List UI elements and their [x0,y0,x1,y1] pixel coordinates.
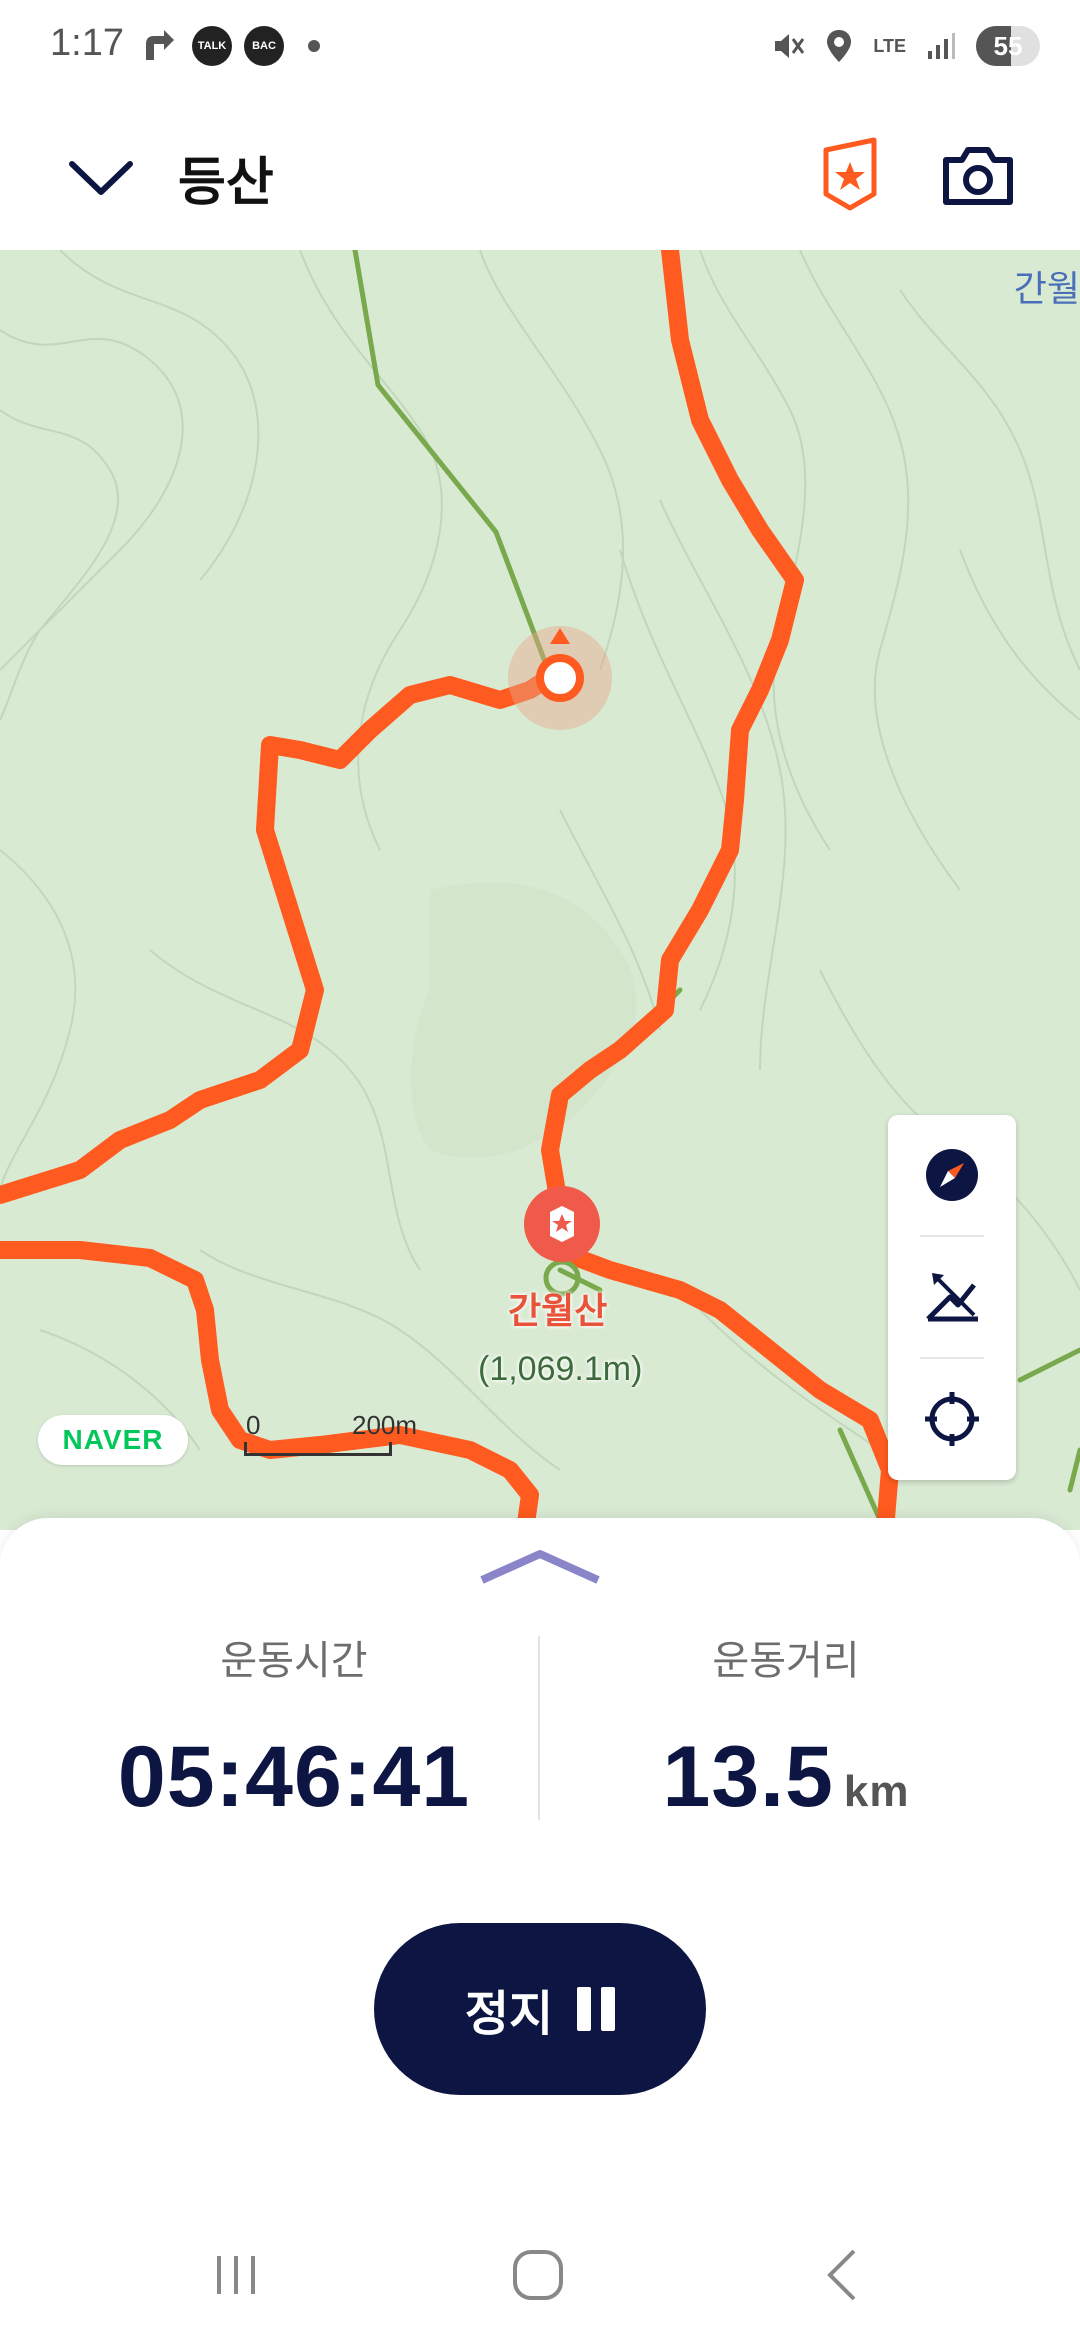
navigation-icon [146,30,174,60]
stop-label: 정지 [464,1988,554,2041]
map-place-label: 간월 [1013,269,1080,310]
signal-icon [928,33,955,59]
distance-label: 운동거리 [712,1638,860,1684]
notification-icons: TALK BAC [140,26,320,66]
clock: 1:17 [50,22,124,64]
pause-icon [577,1987,616,2031]
distance-stat: 운동거리 13.5 km [516,1628,1056,1827]
more-notifications-dot [308,40,320,52]
distance-value: 13.5 [662,1729,834,1825]
network-type: LTE [873,36,906,56]
time-value: 05:46:41 [117,1729,471,1825]
locate-button[interactable] [888,1359,1016,1479]
mute-vibrate-icon [775,34,805,58]
peak-elevation: (1,069.1m) [478,1350,643,1388]
page-title: 등산 [178,153,274,213]
expand-handle-icon[interactable] [478,1546,602,1586]
location-icon [827,30,852,62]
app-header: 등산 [0,100,1080,250]
battery-level: 55 [993,30,1023,61]
time-label: 운동시간 [220,1638,368,1684]
back-button[interactable] [792,2240,892,2310]
bac-icon: BAC [244,26,284,66]
map-scale: 0 200m [244,1410,417,1462]
recent-apps-button[interactable] [186,2240,286,2310]
scale-bar [244,1442,392,1456]
recent-apps-icon [217,2256,255,2294]
time-stat: 운동시간 05:46:41 [24,1628,564,1827]
camera-icon[interactable] [942,144,1014,206]
system-icons: LTE 55 [771,26,1040,66]
scale-end-label: 200m [352,1410,418,1440]
status-bar: 1:17 TALK BAC LTE 55 [0,0,1080,100]
battery-icon: 55 [976,26,1040,66]
elevation-toggle-icon [926,1273,978,1322]
system-nav-bar [0,2200,1080,2340]
map-view[interactable]: 간월 간월산 (1,069.1m) NAVER 0 200m [0,250,1080,1530]
home-button[interactable] [488,2240,588,2310]
compass-button[interactable] [888,1115,1016,1235]
compass-icon [926,1149,978,1201]
talk-icon: TALK [192,26,232,66]
home-icon [513,2250,563,2300]
locate-icon [925,1392,979,1446]
peak-name: 간월산 [508,1291,608,1332]
elevation-toggle-button[interactable] [888,1237,1016,1357]
naver-logo: NAVER [38,1415,188,1465]
scale-start-label: 0 [246,1410,261,1440]
stop-button[interactable]: 정지 [374,1923,706,2095]
badge-star-icon[interactable] [818,136,882,212]
map-tools-panel [888,1115,1016,1480]
back-icon [827,2249,856,2301]
chevron-down-icon[interactable] [66,158,136,198]
distance-unit: km [843,1767,910,1816]
distance-value-row: 13.5 km [516,1728,1056,1827]
